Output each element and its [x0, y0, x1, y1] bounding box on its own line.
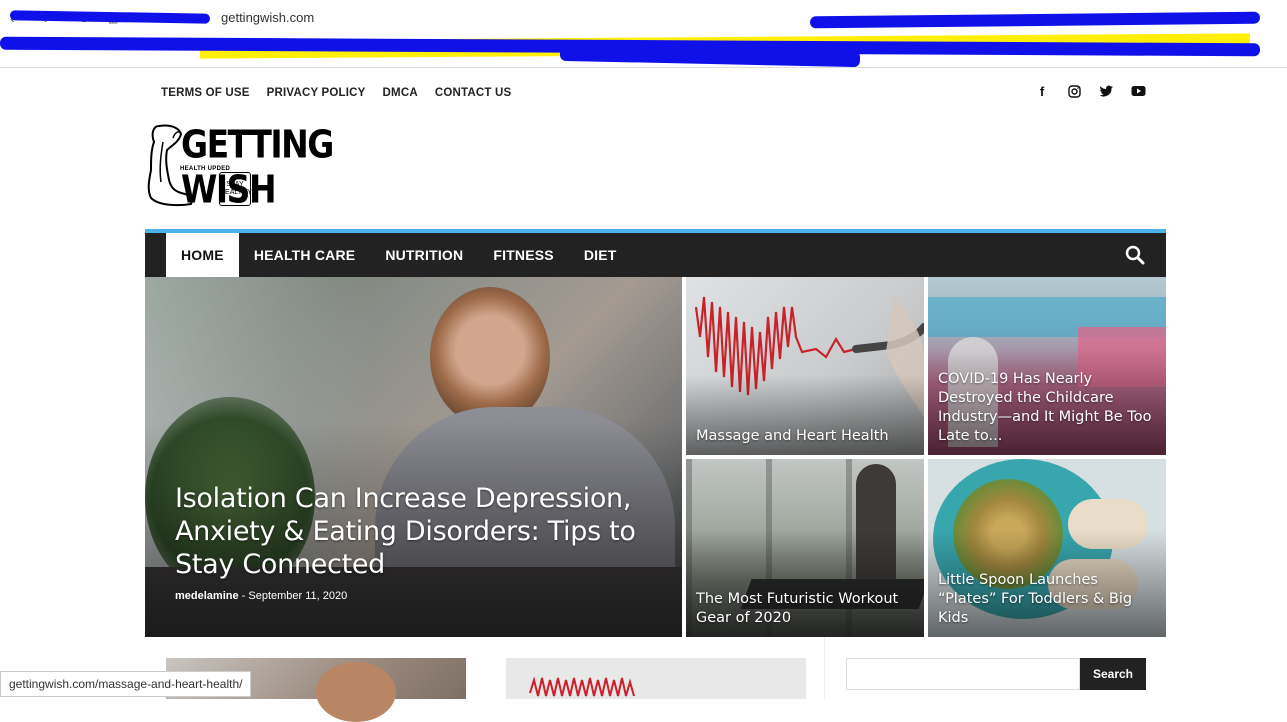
- featured-main-article[interactable]: Isolation Can Increase Depression, Anxie…: [145, 277, 682, 637]
- featured-tile-heart[interactable]: Massage and Heart Health: [686, 277, 924, 455]
- person-head: [430, 287, 550, 427]
- site-logo[interactable]: GETTING WISH HEALTH UPDED STAY HEALTHY: [145, 120, 385, 212]
- privacy-link[interactable]: PRIVACY POLICY: [267, 87, 366, 99]
- browser-chrome: ‹ › ↻ ▦ gettingwish.com: [0, 0, 1287, 68]
- site-topbar: TERMS OF USE PRIVACY POLICY DMCA CONTACT…: [145, 80, 1166, 108]
- nav-home[interactable]: HOME: [166, 233, 239, 277]
- dmca-link[interactable]: DMCA: [383, 87, 418, 99]
- heart-ecg-graphic: [529, 676, 635, 697]
- top-menu: TERMS OF USE PRIVACY POLICY DMCA CONTACT…: [161, 87, 511, 99]
- search-icon[interactable]: [1124, 244, 1146, 266]
- nav-fitness[interactable]: FITNESS: [478, 233, 569, 277]
- featured-tile-covid[interactable]: COVID-19 Has Nearly Destroyed the Childc…: [928, 277, 1166, 455]
- contact-link[interactable]: CONTACT US: [435, 87, 512, 99]
- browser-status-bar: gettingwish.com/massage-and-heart-health…: [0, 671, 252, 697]
- youtube-icon[interactable]: [1130, 83, 1146, 99]
- nav-diet[interactable]: DIET: [569, 233, 632, 277]
- sidebar-search-button[interactable]: Search: [1080, 658, 1146, 690]
- terms-link[interactable]: TERMS OF USE: [161, 87, 250, 99]
- instagram-icon[interactable]: [1066, 83, 1082, 99]
- author-name[interactable]: medelamine: [175, 590, 239, 602]
- redaction-mark: [809, 11, 1261, 29]
- article-thumbnail[interactable]: [506, 658, 806, 699]
- address-bar[interactable]: gettingwish.com: [221, 10, 314, 25]
- nav-nutrition[interactable]: NUTRITION: [370, 233, 478, 277]
- tile-heart-title[interactable]: Massage and Heart Health: [696, 427, 912, 446]
- main-navigation: HOME HEALTH CARE NUTRITION FITNESS DIET: [145, 229, 1166, 277]
- featured-tile-plates[interactable]: Little Spoon Launches “Plates” For Toddl…: [928, 459, 1166, 637]
- publish-date: September 11, 2020: [248, 590, 348, 602]
- tile-plates-title[interactable]: Little Spoon Launches “Plates” For Toddl…: [938, 571, 1154, 628]
- sidebar-search-input[interactable]: [846, 658, 1080, 690]
- facebook-icon[interactable]: f: [1034, 83, 1050, 99]
- tile-covid-title[interactable]: COVID-19 Has Nearly Destroyed the Childc…: [938, 370, 1154, 446]
- redaction-mark: [9, 10, 211, 24]
- featured-main-meta: medelamine - September 11, 2020: [175, 590, 347, 602]
- twitter-icon[interactable]: [1098, 83, 1114, 99]
- featured-main-title[interactable]: Isolation Can Increase Depression, Anxie…: [175, 482, 655, 581]
- featured-tile-workout[interactable]: The Most Futuristic Workout Gear of 2020: [686, 459, 924, 637]
- social-links: f: [1034, 83, 1146, 99]
- nav-health-care[interactable]: HEALTH CARE: [239, 233, 371, 277]
- tile-workout-title[interactable]: The Most Futuristic Workout Gear of 2020: [696, 590, 912, 628]
- logo-badge: STAY HEALTHY: [219, 172, 252, 206]
